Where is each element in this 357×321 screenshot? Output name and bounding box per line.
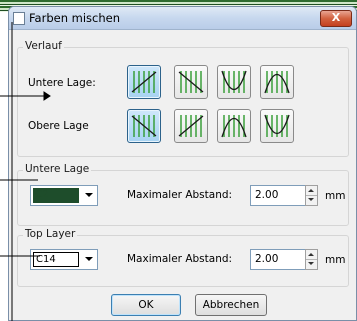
lower-layer-distance-spinner[interactable] bbox=[305, 185, 318, 206]
linear-fall-icon bbox=[178, 71, 204, 93]
mix-colors-dialog: Farben mischen X Verlauf Untere Lage: Ob… bbox=[8, 6, 357, 321]
curve-hill-icon bbox=[264, 71, 290, 94]
spin-down-icon bbox=[308, 198, 314, 201]
lower-gradient-linear-rise-button[interactable] bbox=[127, 65, 161, 99]
lower-gradient-curve-valley-button[interactable] bbox=[217, 65, 251, 99]
ok-button[interactable]: OK bbox=[111, 294, 181, 316]
upper-gradient-curve-hill-button[interactable] bbox=[217, 109, 251, 143]
linear-rise-icon bbox=[131, 71, 157, 93]
lower-layer-distance-label: Maximaler Abstand: bbox=[127, 189, 233, 201]
lower-gradient-curve-hill-button[interactable] bbox=[260, 65, 294, 99]
linear-fall-icon bbox=[131, 115, 157, 137]
close-button[interactable]: X bbox=[320, 10, 352, 27]
upper-gradient-curve-valley-button[interactable] bbox=[260, 109, 294, 143]
lower-layer-unit: mm bbox=[325, 190, 346, 202]
curve-valley-icon bbox=[264, 114, 290, 137]
linear-rise-icon bbox=[178, 115, 204, 137]
curve-hill-icon bbox=[221, 115, 247, 138]
curve-valley-icon bbox=[221, 70, 247, 93]
chevron-down-icon bbox=[85, 193, 93, 197]
title-bar[interactable]: Farben mischen X bbox=[9, 7, 356, 30]
chevron-down-icon bbox=[85, 257, 93, 261]
cancel-button[interactable]: Abbrechen bbox=[195, 294, 267, 316]
top-layer-distance-label: Maximaler Abstand: bbox=[127, 253, 233, 265]
top-layer-unit: mm bbox=[325, 254, 346, 266]
lower-gradient-linear-fall-button[interactable] bbox=[174, 65, 208, 99]
top-layer-distance-spinner[interactable] bbox=[305, 249, 318, 270]
spin-up-icon bbox=[308, 253, 314, 256]
upper-gradient-linear-rise-button[interactable] bbox=[174, 109, 208, 143]
spin-down-icon bbox=[308, 262, 314, 265]
upper-gradient-linear-fall-button[interactable] bbox=[127, 109, 161, 143]
spin-divider bbox=[306, 195, 317, 196]
annotation-lines bbox=[0, 22, 51, 321]
spin-divider bbox=[306, 259, 317, 260]
spin-up-icon bbox=[308, 189, 314, 192]
